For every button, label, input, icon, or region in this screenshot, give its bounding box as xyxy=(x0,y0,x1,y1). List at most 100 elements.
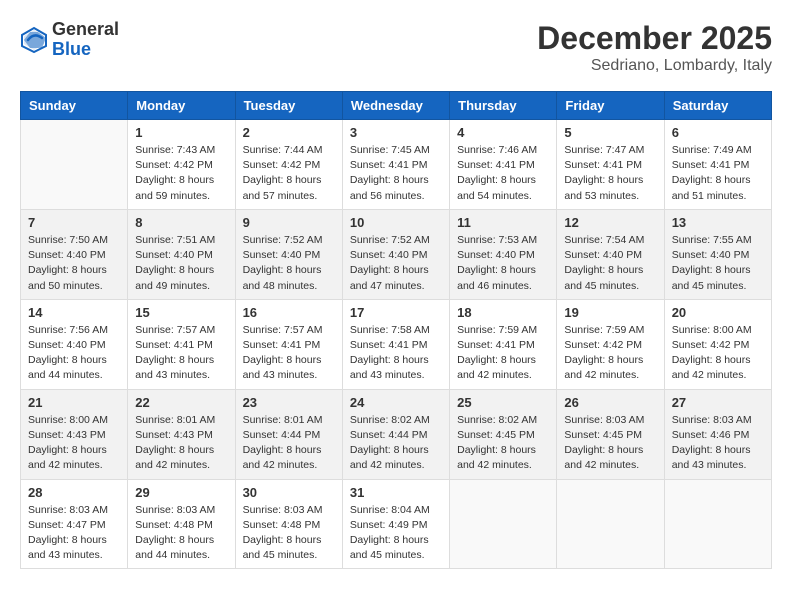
calendar-cell: 8 Sunrise: 7:51 AM Sunset: 4:40 PM Daylig… xyxy=(128,209,235,299)
day-number: 18 xyxy=(457,305,549,320)
day-number: 14 xyxy=(28,305,120,320)
month-title: December 2025 xyxy=(537,20,772,57)
day-info: Sunrise: 8:03 AM Sunset: 4:48 PM Dayligh… xyxy=(243,503,335,564)
calendar-cell: 7 Sunrise: 7:50 AM Sunset: 4:40 PM Daylig… xyxy=(21,209,128,299)
day-info: Sunrise: 7:51 AM Sunset: 4:40 PM Dayligh… xyxy=(135,233,227,294)
day-info: Sunrise: 7:43 AM Sunset: 4:42 PM Dayligh… xyxy=(135,143,227,204)
calendar-cell: 17Sunrise: 7:58 AM Sunset: 4:41 PM Dayli… xyxy=(342,299,449,389)
day-number: 4 xyxy=(457,125,549,140)
calendar-cell: 27Sunrise: 8:03 AM Sunset: 4:46 PM Dayli… xyxy=(664,389,771,479)
day-info: Sunrise: 7:53 AM Sunset: 4:40 PM Dayligh… xyxy=(457,233,549,294)
calendar-cell: 16 Sunrise: 7:57 AM Sunset: 4:41 PM Dayli… xyxy=(235,299,342,389)
calendar-cell: 9 Sunrise: 7:52 AM Sunset: 4:40 PM Daylig… xyxy=(235,209,342,299)
calendar-cell: 20 Sunrise: 8:00 AM Sunset: 4:42 PM Dayli… xyxy=(664,299,771,389)
day-info: Sunrise: 8:03 AM Sunset: 4:47 PM Dayligh… xyxy=(28,503,120,564)
calendar-cell: 2Sunrise: 7:44 AM Sunset: 4:42 PM Daylig… xyxy=(235,120,342,210)
day-info: Sunrise: 8:00 AM Sunset: 4:43 PM Dayligh… xyxy=(28,413,120,474)
calendar-cell xyxy=(664,479,771,569)
day-number: 25 xyxy=(457,395,549,410)
calendar-cell: 10Sunrise: 7:52 AM Sunset: 4:40 PM Dayli… xyxy=(342,209,449,299)
day-info: Sunrise: 7:55 AM Sunset: 4:40 PM Dayligh… xyxy=(672,233,764,294)
day-info: Sunrise: 7:54 AM Sunset: 4:40 PM Dayligh… xyxy=(564,233,656,294)
day-number: 6 xyxy=(672,125,764,140)
day-info: Sunrise: 8:04 AM Sunset: 4:49 PM Dayligh… xyxy=(350,503,442,564)
day-info: Sunrise: 8:03 AM Sunset: 4:48 PM Dayligh… xyxy=(135,503,227,564)
calendar: SundayMondayTuesdayWednesdayThursdayFrid… xyxy=(20,91,772,569)
title-block: December 2025 Sedriano, Lombardy, Italy xyxy=(537,20,772,75)
day-number: 20 xyxy=(672,305,764,320)
calendar-cell: 12 Sunrise: 7:54 AM Sunset: 4:40 PM Dayli… xyxy=(557,209,664,299)
day-number: 16 xyxy=(243,305,335,320)
calendar-cell xyxy=(450,479,557,569)
calendar-cell: 11 Sunrise: 7:53 AM Sunset: 4:40 PM Dayli… xyxy=(450,209,557,299)
weekday-header-friday: Friday xyxy=(557,92,664,120)
day-number: 9 xyxy=(243,215,335,230)
day-info: Sunrise: 8:03 AM Sunset: 4:46 PM Dayligh… xyxy=(672,413,764,474)
day-number: 21 xyxy=(28,395,120,410)
calendar-cell: 15Sunrise: 7:57 AM Sunset: 4:41 PM Dayli… xyxy=(128,299,235,389)
day-number: 8 xyxy=(135,215,227,230)
calendar-cell: 29 Sunrise: 8:03 AM Sunset: 4:48 PM Dayli… xyxy=(128,479,235,569)
day-number: 26 xyxy=(564,395,656,410)
day-number: 1 xyxy=(135,125,227,140)
calendar-cell: 4 Sunrise: 7:46 AM Sunset: 4:41 PM Daylig… xyxy=(450,120,557,210)
day-number: 23 xyxy=(243,395,335,410)
day-number: 12 xyxy=(564,215,656,230)
week-row-2: 7 Sunrise: 7:50 AM Sunset: 4:40 PM Daylig… xyxy=(21,209,772,299)
day-number: 22 xyxy=(135,395,227,410)
day-info: Sunrise: 7:45 AM Sunset: 4:41 PM Dayligh… xyxy=(350,143,442,204)
day-info: Sunrise: 7:50 AM Sunset: 4:40 PM Dayligh… xyxy=(28,233,120,294)
day-info: Sunrise: 7:52 AM Sunset: 4:40 PM Dayligh… xyxy=(350,233,442,294)
day-number: 11 xyxy=(457,215,549,230)
day-number: 28 xyxy=(28,485,120,500)
weekday-header-thursday: Thursday xyxy=(450,92,557,120)
day-number: 2 xyxy=(243,125,335,140)
calendar-cell: 5 Sunrise: 7:47 AM Sunset: 4:41 PM Daylig… xyxy=(557,120,664,210)
day-info: Sunrise: 7:56 AM Sunset: 4:40 PM Dayligh… xyxy=(28,323,120,384)
weekday-header-monday: Monday xyxy=(128,92,235,120)
week-row-4: 21 Sunrise: 8:00 AM Sunset: 4:43 PM Dayli… xyxy=(21,389,772,479)
calendar-cell: 13 Sunrise: 7:55 AM Sunset: 4:40 PM Dayli… xyxy=(664,209,771,299)
day-info: Sunrise: 7:57 AM Sunset: 4:41 PM Dayligh… xyxy=(135,323,227,384)
logo-general-text: General xyxy=(52,19,119,39)
week-row-5: 28 Sunrise: 8:03 AM Sunset: 4:47 PM Dayli… xyxy=(21,479,772,569)
day-number: 13 xyxy=(672,215,764,230)
day-number: 29 xyxy=(135,485,227,500)
logo-blue-text: Blue xyxy=(52,39,91,59)
calendar-cell: 1 Sunrise: 7:43 AM Sunset: 4:42 PM Daylig… xyxy=(128,120,235,210)
day-info: Sunrise: 7:59 AM Sunset: 4:41 PM Dayligh… xyxy=(457,323,549,384)
day-number: 30 xyxy=(243,485,335,500)
calendar-cell: 30 Sunrise: 8:03 AM Sunset: 4:48 PM Dayli… xyxy=(235,479,342,569)
weekday-header-wednesday: Wednesday xyxy=(342,92,449,120)
week-row-1: 1 Sunrise: 7:43 AM Sunset: 4:42 PM Daylig… xyxy=(21,120,772,210)
calendar-cell xyxy=(557,479,664,569)
calendar-cell: 18 Sunrise: 7:59 AM Sunset: 4:41 PM Dayli… xyxy=(450,299,557,389)
calendar-cell: 28 Sunrise: 8:03 AM Sunset: 4:47 PM Dayli… xyxy=(21,479,128,569)
day-info: Sunrise: 7:49 AM Sunset: 4:41 PM Dayligh… xyxy=(672,143,764,204)
day-info: Sunrise: 7:47 AM Sunset: 4:41 PM Dayligh… xyxy=(564,143,656,204)
weekday-header-saturday: Saturday xyxy=(664,92,771,120)
day-info: Sunrise: 8:00 AM Sunset: 4:42 PM Dayligh… xyxy=(672,323,764,384)
day-number: 19 xyxy=(564,305,656,320)
weekday-header-tuesday: Tuesday xyxy=(235,92,342,120)
calendar-cell: 24 Sunrise: 8:02 AM Sunset: 4:44 PM Dayli… xyxy=(342,389,449,479)
calendar-cell: 6 Sunrise: 7:49 AM Sunset: 4:41 PM Daylig… xyxy=(664,120,771,210)
day-info: Sunrise: 8:03 AM Sunset: 4:45 PM Dayligh… xyxy=(564,413,656,474)
day-number: 7 xyxy=(28,215,120,230)
day-number: 31 xyxy=(350,485,442,500)
logo: General Blue xyxy=(20,20,119,60)
day-info: Sunrise: 7:59 AM Sunset: 4:42 PM Dayligh… xyxy=(564,323,656,384)
day-info: Sunrise: 8:02 AM Sunset: 4:44 PM Dayligh… xyxy=(350,413,442,474)
calendar-cell: 26 Sunrise: 8:03 AM Sunset: 4:45 PM Dayli… xyxy=(557,389,664,479)
calendar-cell: 23Sunrise: 8:01 AM Sunset: 4:44 PM Dayli… xyxy=(235,389,342,479)
calendar-cell: 19 Sunrise: 7:59 AM Sunset: 4:42 PM Dayli… xyxy=(557,299,664,389)
location: Sedriano, Lombardy, Italy xyxy=(537,57,772,75)
calendar-cell: 31 Sunrise: 8:04 AM Sunset: 4:49 PM Dayli… xyxy=(342,479,449,569)
day-number: 24 xyxy=(350,395,442,410)
day-number: 5 xyxy=(564,125,656,140)
day-info: Sunrise: 7:57 AM Sunset: 4:41 PM Dayligh… xyxy=(243,323,335,384)
day-info: Sunrise: 7:52 AM Sunset: 4:40 PM Dayligh… xyxy=(243,233,335,294)
calendar-cell xyxy=(21,120,128,210)
day-info: Sunrise: 7:46 AM Sunset: 4:41 PM Dayligh… xyxy=(457,143,549,204)
day-number: 17 xyxy=(350,305,442,320)
